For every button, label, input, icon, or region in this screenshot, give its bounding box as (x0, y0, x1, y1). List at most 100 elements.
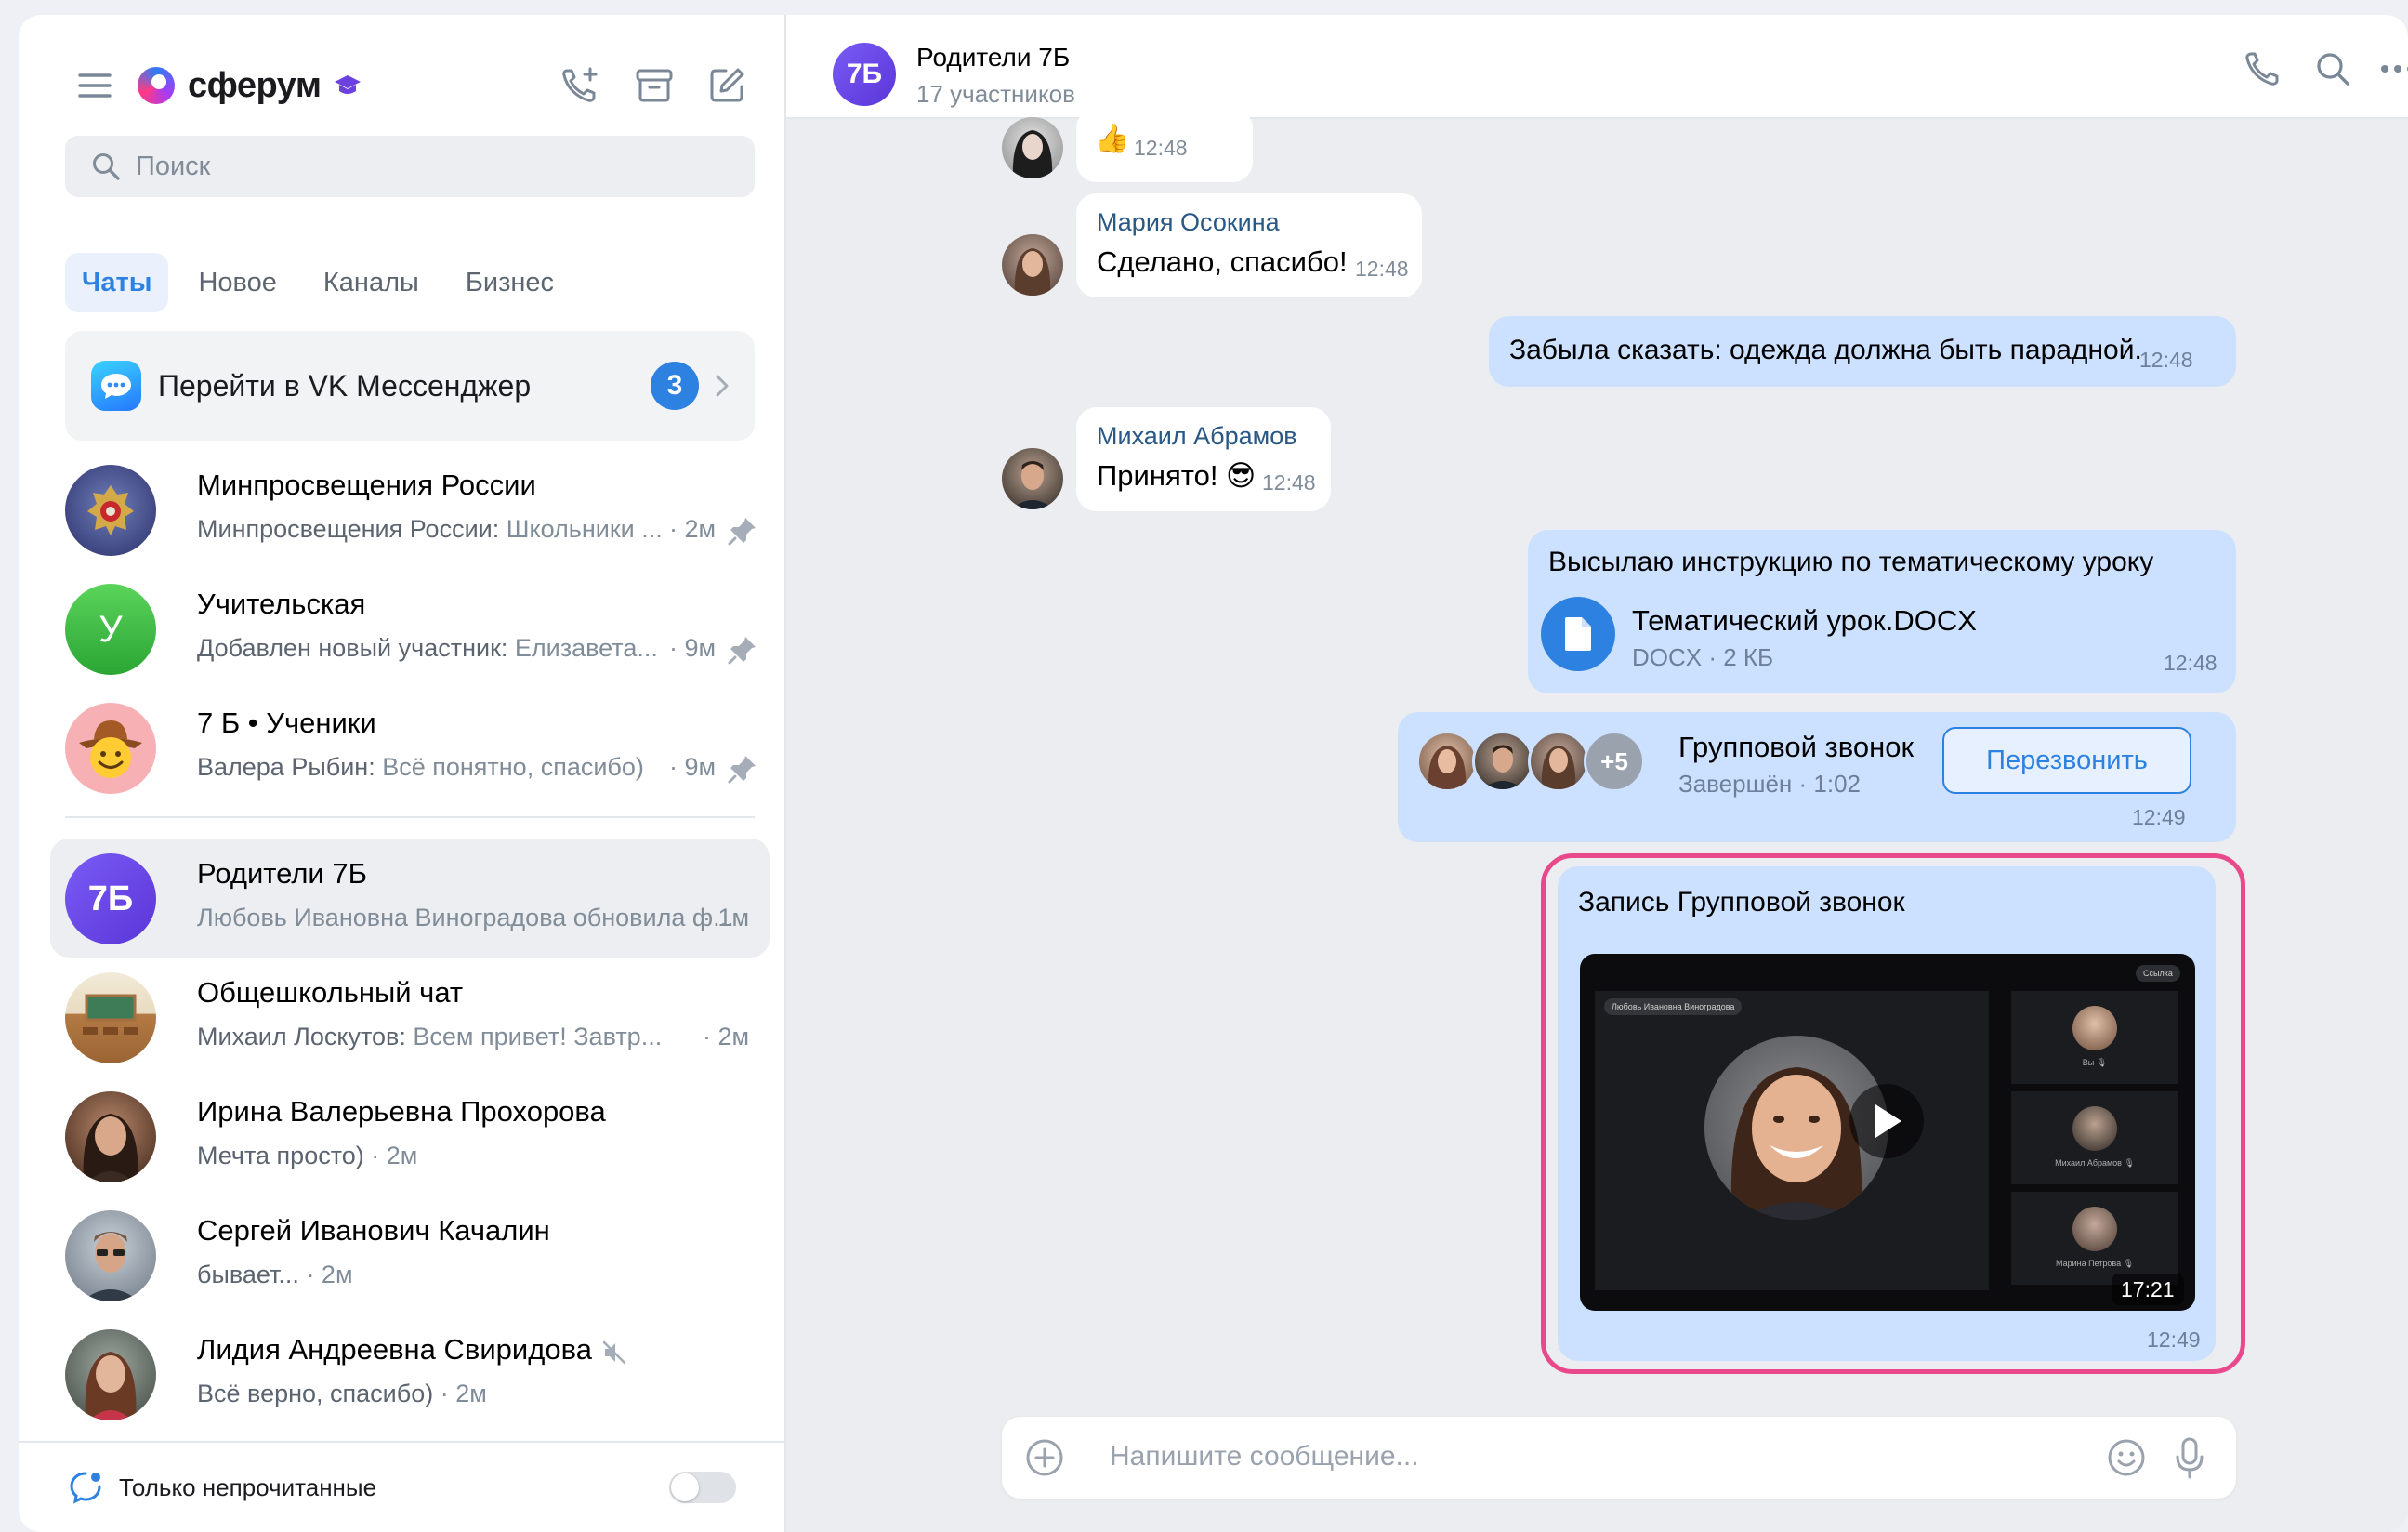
search-input[interactable]: Поиск (65, 136, 755, 197)
chat-item-sergey-kachalin[interactable]: Сергей Иванович Качалин бывает... · 2м (50, 1195, 770, 1314)
participant-label: Михаил Абрамов 🎙 (2055, 1158, 2135, 1168)
chat-time: · 2м (433, 1380, 487, 1407)
avatar: У (65, 584, 156, 675)
tab-business[interactable]: Бизнес (449, 253, 571, 312)
unread-chat-icon (65, 1467, 106, 1508)
message-text: Высылаю инструкцию по тематическому урок… (1548, 547, 2154, 577)
chat-title: Сергей Иванович Качалин (197, 1214, 550, 1247)
main-speaker-tile: Любовь Ивановна Виноградова (1595, 991, 1989, 1290)
tab-channels[interactable]: Каналы (307, 253, 436, 312)
new-call-icon[interactable] (550, 56, 610, 115)
call-icon[interactable] (2236, 43, 2288, 95)
chat-time: · 2м (363, 1142, 418, 1169)
sferum-logo: сферум (138, 56, 362, 115)
recording-video-player[interactable]: Любовь Ивановна Виноградова Ссылка Вы 🎙 … (1580, 954, 2195, 1311)
chat-preview: Любовь Ивановна Виноградова обновила ф..… (197, 904, 734, 932)
document-icon[interactable] (1541, 597, 1615, 671)
avatar (65, 465, 156, 556)
message-bubble[interactable]: Мария Осокина Сделано, спасибо! 12:48 (1076, 193, 1422, 297)
search-icon[interactable] (2307, 43, 2359, 95)
call-title: Групповой звонок (1678, 731, 1915, 763)
more-participants-badge: +5 (1584, 731, 1645, 792)
chat-tabs: Чаты Новое Каналы Бизнес (65, 253, 571, 312)
participant-label: Марина Петрова 🎙 (2055, 1259, 2135, 1268)
chat-time: · 9м (669, 634, 717, 662)
file-name[interactable]: Тематический урок.DOCX (1632, 604, 1977, 638)
message-input[interactable]: Напишите сообщение... (1091, 1417, 2086, 1499)
chat-time: · 2м (669, 515, 717, 543)
app-window: сферум Поиск Чаты Новое Каналы Бизнес Пе… (19, 15, 2408, 1532)
archive-icon[interactable] (625, 56, 684, 115)
unread-only-label: Только непрочитанные (119, 1473, 377, 1501)
chat-time: · 2м (703, 1023, 750, 1050)
compose-icon[interactable] (697, 56, 757, 115)
chat-preview-sender: Валера Рыбин: (197, 753, 375, 781)
microphone-icon[interactable] (2167, 1433, 2212, 1482)
message-sender[interactable]: Михаил Абрамов (1097, 422, 1297, 451)
chat-preview-text: бывает... (197, 1261, 299, 1288)
menu-icon[interactable] (65, 56, 125, 115)
call-back-button[interactable]: Перезвонить (1942, 727, 2191, 794)
chat-preview: бывает... · 2м (197, 1261, 353, 1289)
sender-avatar[interactable] (1002, 117, 1063, 178)
chat-preview: Всё верно, спасибо) · 2м (197, 1380, 487, 1408)
participant-avatar (1472, 731, 1533, 792)
sender-avatar[interactable] (1002, 448, 1063, 509)
group-avatar[interactable]: 7Б (833, 43, 896, 106)
avatar-letter: 7Б (87, 878, 134, 918)
file-meta: DOCX · 2 КБ (1632, 643, 1774, 671)
message-bubble[interactable]: 👍 12:48 (1076, 108, 1253, 182)
vk-messenger-banner[interactable]: Перейти в VK Мессенджер 3 (65, 331, 755, 441)
message-bubble[interactable]: Михаил Абрамов Принято! 😎 12:48 (1076, 407, 1331, 511)
chat-item-irina-prokhorova[interactable]: Ирина Валерьевна Прохорова Мечта просто)… (50, 1076, 770, 1195)
more-participants-count: +5 (1600, 746, 1628, 775)
chat-item-minprosveshcheniya[interactable]: Минпросвещения России Минпросвещения Рос… (50, 450, 770, 569)
chat-item-uchitelskaya[interactable]: У Учительская Добавлен новый участник: Е… (50, 569, 770, 688)
message-time: 12:48 (1134, 136, 1188, 160)
chat-time: · 2м (298, 1261, 353, 1288)
message-text: Забыла сказать: одежда должна быть парад… (1509, 335, 2142, 365)
link-badge[interactable]: Ссылка (2136, 965, 2180, 982)
message-bubble-outgoing[interactable]: Забыла сказать: одежда должна быть парад… (1489, 316, 2236, 387)
participant-tile: Марина Петрова 🎙 (2011, 1192, 2178, 1285)
chat-preview-text: Елизавета... (507, 634, 658, 662)
attach-icon[interactable] (1022, 1435, 1067, 1480)
vk-banner-label: Перейти в VK Мессенджер (158, 368, 532, 403)
chat-item-7b-students[interactable]: 7 Б • Ученики Валера Рыбин: Всё понятно,… (50, 688, 770, 807)
sender-avatar[interactable] (1002, 234, 1063, 296)
sferum-logo-mark (138, 67, 175, 104)
conversation-title[interactable]: Родители 7Б (916, 43, 1070, 73)
participant-avatar (2072, 1207, 2117, 1251)
message-time: 12:49 (2132, 805, 2186, 829)
sidebar-header: сферум (19, 15, 786, 136)
chat-item-lidiya-sviridova[interactable]: Лидия Андреевна Свиридова Всё верно, спа… (50, 1314, 770, 1433)
unread-only-toggle[interactable] (669, 1472, 736, 1503)
message-time: 12:48 (1262, 470, 1316, 495)
pin-icon (727, 753, 758, 785)
chat-time: · 9м (669, 753, 717, 781)
tab-new[interactable]: Новое (181, 253, 293, 312)
chat-title: 7 Б • Ученики (197, 707, 376, 739)
play-button[interactable] (1849, 1084, 1924, 1158)
message-sender[interactable]: Мария Осокина (1097, 208, 1280, 237)
message-time: 12:48 (1355, 257, 1409, 281)
chat-preview-text: Всем привет! Завтр... (405, 1023, 663, 1050)
chat-time: · 1м (703, 904, 750, 931)
tab-chats[interactable]: Чаты (65, 253, 169, 312)
chat-title: Общешкольный чат (197, 976, 464, 1009)
conversation-header: 7Б Родители 7Б 17 участников (786, 15, 2408, 119)
pinned-divider (65, 816, 755, 818)
message-text: Запись Групповой звонок (1578, 887, 1905, 918)
message-bubble-outgoing[interactable]: Высылаю инструкцию по тематическому урок… (1528, 530, 2236, 693)
emoji-icon[interactable] (2104, 1435, 2149, 1480)
search-placeholder: Поиск (136, 151, 211, 181)
chat-item-obshcheshkolny[interactable]: Общешкольный чат Михаил Лоскутов: Всем п… (50, 958, 770, 1076)
chat-item-roditeli-7b[interactable]: 7Б Родители 7Б Любовь Ивановна Виноградо… (50, 839, 770, 958)
more-icon[interactable] (2372, 43, 2408, 95)
message-text: Сделано, спасибо! (1097, 245, 1348, 278)
chat-preview-sender: Михаил Лоскутов: (197, 1023, 406, 1050)
members-count[interactable]: 17 участников (916, 80, 1075, 109)
chat-preview: Добавлен новый участник: Елизавета... (197, 634, 658, 663)
participant-tile: Михаил Абрамов 🎙 (2011, 1091, 2178, 1184)
group-call-message[interactable]: +5 Групповой звонок Завершён · 1:02 Пере… (1398, 712, 2236, 842)
